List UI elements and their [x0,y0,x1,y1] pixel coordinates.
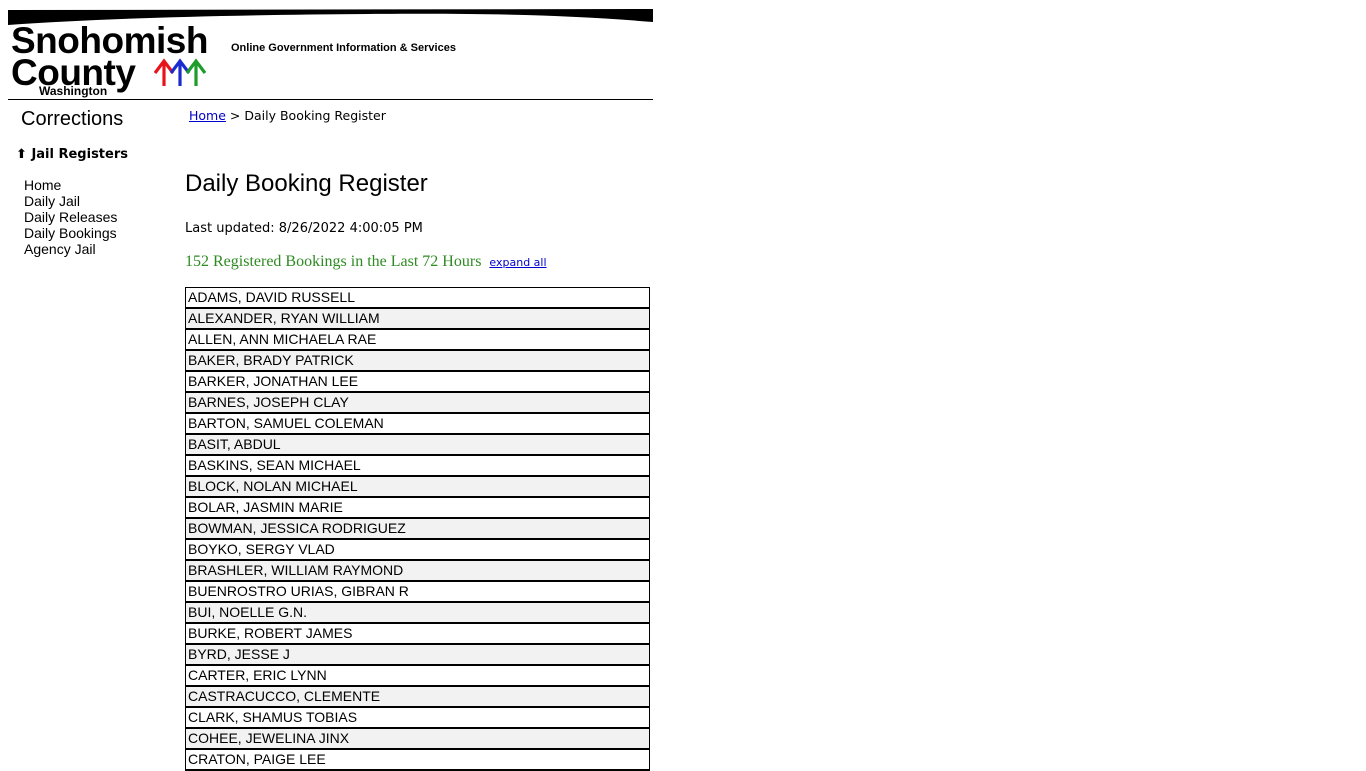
booking-row[interactable]: BLOCK, NOLAN MICHAEL [185,477,650,498]
booking-row[interactable]: BOYKO, SERGY VLAD [185,540,650,561]
booking-row[interactable]: BRASHLER, WILLIAM RAYMOND [185,561,650,582]
sidebar-item-home[interactable]: Home [24,177,117,193]
logo-washington: Washington [39,84,108,98]
booking-row[interactable]: COHEE, JEWELINA JINX [185,729,650,750]
booking-count: 152 Registered Bookings in the Last 72 H… [185,253,547,271]
breadcrumb-home-link[interactable]: Home [189,108,226,123]
booking-row[interactable]: BYRD, JESSE J [185,645,650,666]
expand-all-link[interactable]: expand all [489,256,546,269]
booking-row[interactable]: ALEXANDER, RYAN WILLIAM [185,309,650,330]
booking-row[interactable]: CLARK, SHAMUS TOBIAS [185,708,650,729]
sidebar-section-title: Corrections [21,108,124,130]
sidebar-item-daily-releases[interactable]: Daily Releases [24,209,117,225]
booking-row[interactable]: BARNES, JOSEPH CLAY [185,393,650,414]
breadcrumb-separator: > [229,108,241,123]
tree-arrow-icon: ⬆︎ [16,147,27,162]
booking-row[interactable]: ADAMS, DAVID RUSSELL [185,288,650,309]
sidebar-item-daily-bookings[interactable]: Daily Bookings [24,225,117,241]
booking-list: ADAMS, DAVID RUSSELL ALEXANDER, RYAN WILL… [185,287,650,771]
sidebar-group-title: ⬆︎ Jail Registers [16,147,128,162]
booking-row[interactable]: CARTER, ERIC LYNN [185,666,650,687]
booking-row[interactable]: BAKER, BRADY PATRICK [185,351,650,372]
booking-row[interactable]: BARKER, JONATHAN LEE [185,372,650,393]
breadcrumb-current: Daily Booking Register [244,108,386,123]
sidebar-nav: Home Daily Jail Daily Releases Daily Boo… [24,177,117,257]
breadcrumb: Home > Daily Booking Register [189,108,386,123]
booking-row[interactable]: ALLEN, ANN MICHAELA RAE [185,330,650,351]
group-title-text: Jail Registers [31,147,128,162]
booking-row[interactable]: BOWMAN, JESSICA RODRIGUEZ [185,519,650,540]
sidebar-item-agency-jail[interactable]: Agency Jail [24,241,117,257]
tagline: Online Government Information & Services [231,42,456,54]
booking-row[interactable]: BARTON, SAMUEL COLEMAN [185,414,650,435]
sidebar-item-daily-jail[interactable]: Daily Jail [24,193,117,209]
header-divider [8,99,653,100]
booking-row[interactable]: BASIT, ABDUL [185,435,650,456]
last-updated: Last updated: 8/26/2022 4:00:05 PM [185,221,423,236]
page-title: Daily Booking Register [185,170,428,197]
booking-row[interactable]: BUI, NOELLE G.N. [185,603,650,624]
booking-row[interactable]: CASTRACUCCO, CLEMENTE [185,687,650,708]
booking-row[interactable]: BASKINS, SEAN MICHAEL [185,456,650,477]
booking-row[interactable]: BOLAR, JASMIN MARIE [185,498,650,519]
booking-row[interactable]: BURKE, ROBERT JAMES [185,624,650,645]
booking-count-text: 152 Registered Bookings in the Last 72 H… [185,253,482,270]
tree-logo-icon [153,58,207,86]
booking-row[interactable]: BUENROSTRO URIAS, GIBRAN R [185,582,650,603]
